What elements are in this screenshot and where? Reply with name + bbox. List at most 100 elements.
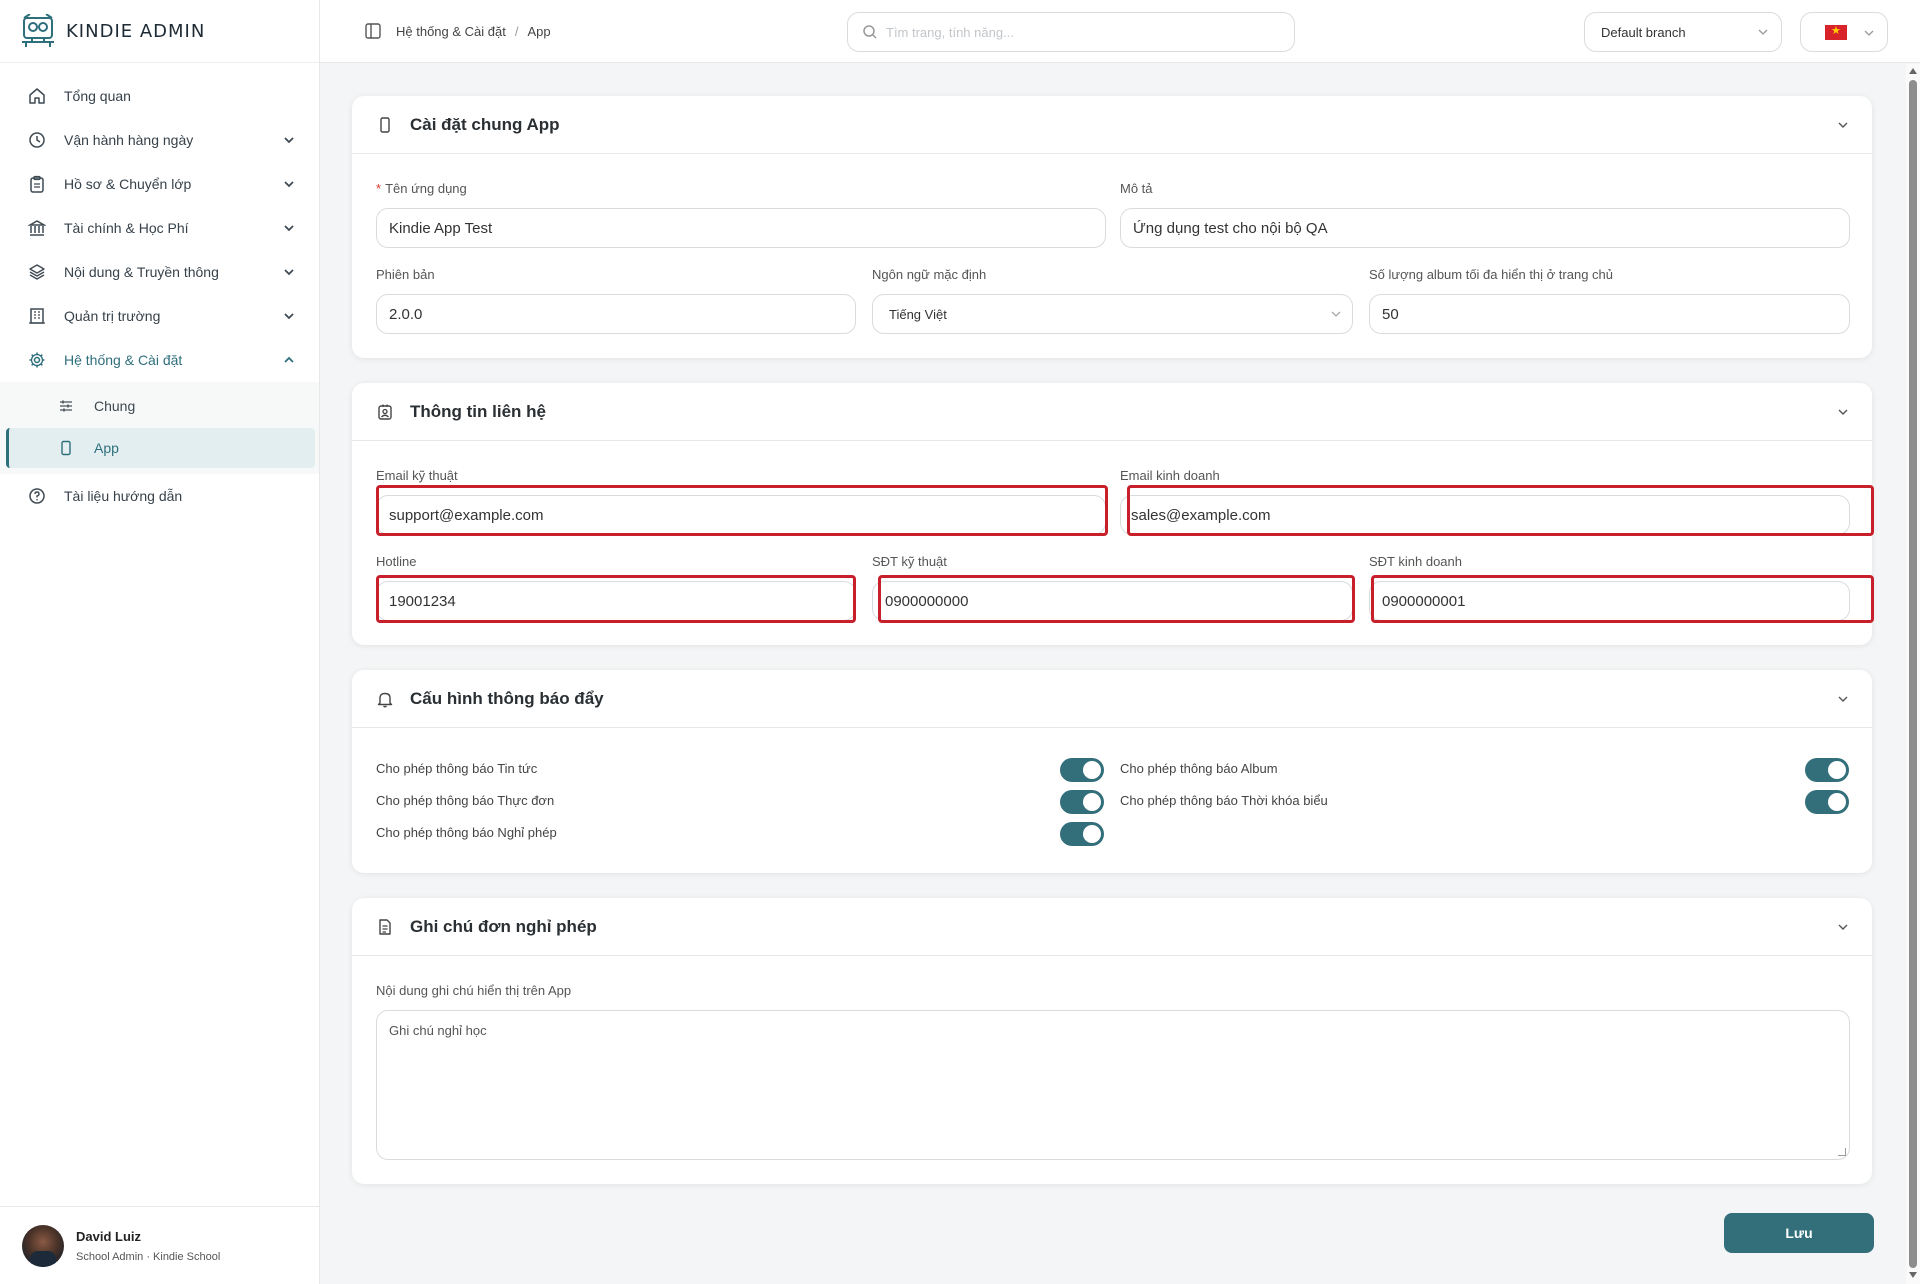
branch-select[interactable]: Default branch (1584, 12, 1782, 52)
chevron-down-icon[interactable] (1836, 920, 1850, 934)
document-icon (379, 918, 391, 935)
toggle-leave-switch[interactable] (1060, 822, 1104, 846)
tech-email-label: Email kỹ thuật (376, 468, 458, 483)
chevron-down-icon (284, 181, 294, 188)
chevron-down-icon (1758, 29, 1768, 35)
card-header[interactable]: Cài đặt chung App (352, 96, 1872, 154)
toggle-news-switch[interactable] (1060, 758, 1104, 782)
gear-icon (29, 352, 45, 368)
card-header[interactable]: Cấu hình thông báo đẩy (352, 670, 1872, 728)
sidebar-subitem-app[interactable]: App (6, 428, 315, 468)
sidebar-item-label: Hồ sơ & Chuyển lớp (64, 176, 192, 192)
building-icon (29, 308, 45, 324)
tech-phone-label: SĐT kỹ thuật (872, 554, 947, 569)
user-profile[interactable]: David Luiz School Admin · Kindie School (0, 1206, 320, 1284)
sidebar-item-school-admin[interactable]: Quản trị trường (0, 294, 319, 338)
note-content-textarea[interactable]: Ghi chú nghỉ học (376, 1010, 1850, 1160)
highlight-box (1127, 485, 1874, 536)
branch-value: Default branch (1601, 24, 1686, 40)
version-field[interactable]: 2.0.0 (376, 294, 856, 334)
app-name-field[interactable]: Kindie App Test (376, 208, 1106, 248)
default-language-select[interactable]: Tiếng Việt (872, 294, 1353, 334)
search-icon (863, 25, 877, 39)
chevron-down-icon (1864, 30, 1874, 36)
chevron-down-icon[interactable] (1836, 118, 1850, 132)
default-language-label: Ngôn ngữ mặc định (872, 267, 987, 282)
toggle-album-switch[interactable] (1805, 758, 1849, 782)
scrollbar-thumb[interactable] (1909, 80, 1917, 1268)
toggle-label-leave: Cho phép thông báo Nghỉ phép (376, 825, 557, 840)
language-select[interactable] (1800, 12, 1888, 52)
contact-info-card: Thông tin liên hệ Email kỹ thuật support… (352, 383, 1874, 645)
scroll-down-arrow-icon[interactable] (1909, 1272, 1917, 1278)
scroll-up-arrow-icon[interactable] (1909, 68, 1917, 74)
required-marker: * (376, 181, 382, 196)
album-limit-field[interactable]: 50 (1369, 294, 1850, 334)
album-limit-label: Số lượng album tối đa hiển thị ở trang c… (1369, 267, 1614, 282)
chevron-down-icon (284, 313, 294, 320)
highlight-box (878, 575, 1355, 623)
leave-note-card: Ghi chú đơn nghỉ phép Nội dung ghi chú h… (352, 898, 1872, 1184)
sidebar-item-label: Quản trị trường (64, 308, 161, 324)
sidebar-item-system-settings[interactable]: Hệ thống & Cài đặt (0, 338, 319, 382)
highlight-box (376, 575, 856, 623)
layers-icon (29, 264, 45, 280)
card-title: Ghi chú đơn nghỉ phép (410, 916, 597, 936)
sidebar-item-finance[interactable]: Tài chính & Học Phí (0, 206, 319, 250)
toggle-label-album: Cho phép thông báo Album (1120, 761, 1278, 776)
description-field[interactable]: Ứng dụng test cho nội bộ QA (1120, 208, 1850, 248)
description-label: Mô tả (1120, 181, 1153, 196)
highlight-box (376, 485, 1108, 536)
version-label: Phiên bản (376, 267, 435, 282)
card-title: Cài đặt chung App (410, 114, 560, 134)
sidebar-item-label: Vận hành hàng ngày (64, 132, 194, 148)
card-header[interactable]: Ghi chú đơn nghỉ phép (352, 898, 1872, 956)
save-button[interactable]: Lưu (1724, 1213, 1874, 1253)
sidebar-item-overview[interactable]: Tổng quan (0, 74, 319, 118)
user-role: School Admin · Kindie School (76, 1250, 221, 1263)
general-settings-card: Cài đặt chung App * Tên ứng dụng Kindie A… (352, 96, 1872, 358)
toggle-label-timetable: Cho phép thông báo Thời khóa biểu (1120, 793, 1328, 808)
sidebar-subitem-label: App (94, 440, 119, 456)
breadcrumb-separator: / (514, 23, 519, 39)
sidebar-item-docs[interactable]: Tài liệu hướng dẫn (0, 474, 319, 518)
sidebar-item-daily-operations[interactable]: Vận hành hàng ngày (0, 118, 319, 162)
app-logo[interactable]: KINDIE ADMIN (0, 0, 319, 63)
sidebar-item-content[interactable]: Nội dung & Truyền thông (0, 250, 319, 294)
sidebar-submenu: Chung App (0, 382, 319, 474)
sidebar-subitem-general[interactable]: Chung (6, 386, 315, 426)
breadcrumb-item-app: App (527, 23, 551, 39)
sidebar-toggle-icon[interactable] (364, 22, 382, 40)
hotline-label: Hotline (376, 554, 417, 569)
vietnam-flag-icon (1825, 24, 1847, 40)
toggle-timetable-switch[interactable] (1805, 790, 1849, 814)
sidebar: KINDIE ADMIN Tổng quan Vận hành hàng ngà… (0, 0, 320, 1284)
chevron-down-icon (284, 269, 294, 276)
chevron-down-icon[interactable] (1836, 405, 1850, 419)
avatar (22, 1224, 64, 1267)
chevron-down-icon[interactable] (1836, 692, 1850, 706)
chevron-down-icon (1331, 311, 1341, 317)
breadcrumb-item-system[interactable]: Hệ thống & Cài đặt (396, 24, 506, 39)
sidebar-item-profiles[interactable]: Hồ sơ & Chuyển lớp (0, 162, 319, 206)
sidebar-item-label: Nội dung & Truyền thông (64, 264, 219, 280)
sliders-icon (60, 400, 72, 412)
phone-icon (61, 440, 71, 456)
sidebar-item-label: Tài chính & Học Phí (64, 220, 189, 236)
sales-email-label: Email kinh doanh (1120, 468, 1220, 483)
search-input[interactable] (886, 24, 1294, 40)
sidebar-item-label: Tài liệu hướng dẫn (64, 488, 183, 504)
user-name: David Luiz (76, 1228, 142, 1244)
owl-logo-icon (22, 14, 54, 47)
toggle-label-menu: Cho phép thông báo Thực đơn (376, 793, 555, 808)
resize-handle[interactable] (1838, 1148, 1846, 1156)
sales-phone-label: SĐT kinh doanh (1369, 554, 1462, 569)
note-content-label: Nội dung ghi chú hiển thị trên App (376, 983, 572, 998)
chevron-down-icon (284, 225, 294, 232)
toggle-menu-switch[interactable] (1060, 790, 1104, 814)
card-header[interactable]: Thông tin liên hệ (352, 383, 1872, 441)
bell-icon (377, 692, 393, 707)
sidebar-subitem-label: Chung (94, 398, 136, 414)
app-name-label: * Tên ứng dụng (376, 181, 467, 196)
search-box[interactable] (847, 12, 1295, 52)
